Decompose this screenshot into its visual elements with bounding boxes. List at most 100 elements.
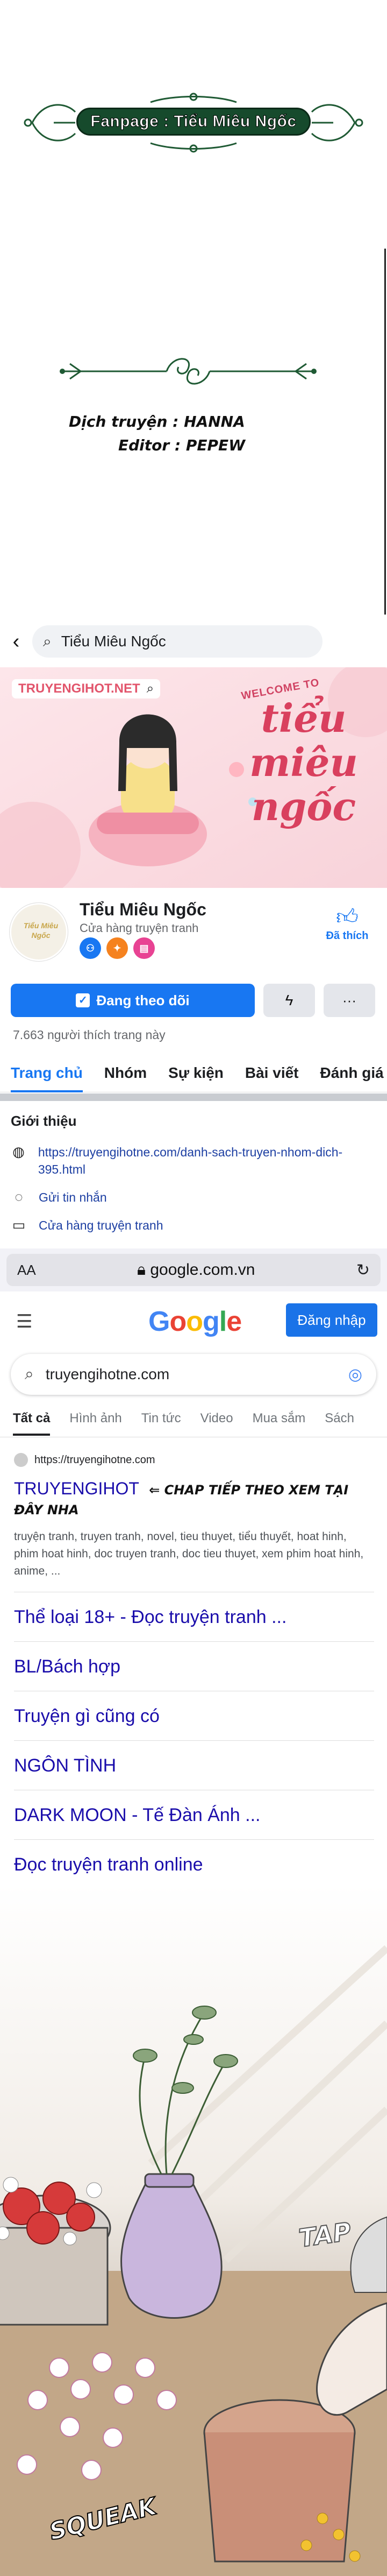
about-message-row[interactable]: ◌ Gửi tin nhắn <box>11 1189 376 1206</box>
flame-badge-icon[interactable]: ✦ <box>106 937 128 959</box>
page-title: Tiểu Miêu Ngốc <box>80 900 206 919</box>
about-heading: Giới thiệu <box>11 1113 77 1129</box>
url-field[interactable]: AA 🔒︎ google.com.vn ↻ <box>6 1254 381 1286</box>
search-result: https://truyengihotne.com TRUYENGIHOT ⇐ … <box>14 1453 374 1889</box>
google-search-input[interactable]: ⌕ truyengihotne.com ◎ <box>11 1354 376 1395</box>
more-dots-icon: ··· <box>342 992 356 1008</box>
hamburger-menu-icon[interactable]: ☰ <box>16 1311 32 1332</box>
comic-panel: TAP SQUEAK <box>0 1883 387 2576</box>
fb-search-bar: ‹ ⌕ Tiểu Miêu Ngốc <box>0 620 387 663</box>
like-label: Đã thích <box>326 930 369 942</box>
sitelink[interactable]: DARK MOON - Tế Đàn Ánh ... <box>14 1790 374 1839</box>
result-title[interactable]: TRUYENGIHOT <box>14 1479 139 1498</box>
google-results-page: ☰ Google Đăng nhập ⌕ truyengihotne.com ◎… <box>0 1291 387 1875</box>
cover-title-line1: tiểu <box>261 695 347 741</box>
reader-aa-button[interactable]: AA <box>17 1262 36 1279</box>
likes-count: 7.663 người thích trang này <box>13 1028 166 1042</box>
sitelink[interactable]: NGÔN TÌNH <box>14 1740 374 1790</box>
logo-letter: G <box>148 1306 170 1337</box>
sign-in-button[interactable]: Đăng nhập <box>286 1303 377 1337</box>
section-divider <box>0 1093 387 1101</box>
camera-lens-icon[interactable]: ◎ <box>348 1365 362 1384</box>
tab-images[interactable]: Hình ảnh <box>69 1411 121 1436</box>
tab-groups[interactable]: Nhóm <box>104 1054 147 1092</box>
tab-events[interactable]: Sự kiện <box>168 1054 224 1092</box>
reload-icon[interactable]: ↻ <box>356 1261 370 1280</box>
logo-letter: e <box>226 1306 242 1337</box>
search-icon: ⌕ <box>25 1365 34 1383</box>
messenger-icon: ϟ <box>285 992 293 1008</box>
send-message-link[interactable]: Gửi tin nhắn <box>39 1189 107 1206</box>
avatar[interactable]: Tiểu Miêu Ngốc <box>10 903 68 961</box>
logo-letter: o <box>186 1306 203 1337</box>
google-logo: Google <box>148 1305 242 1338</box>
credits-block: Dịch truyện : HANNA Editor : PEPEW <box>69 410 245 457</box>
query-text: truyengihotne.com <box>45 1366 170 1382</box>
like-button[interactable]: 👍︎ Đã thích <box>320 904 374 942</box>
sitelink[interactable]: Đọc truyện tranh online <box>14 1839 374 1889</box>
result-title-row: TRUYENGIHOT ⇐ CHAP TIẾP THEO XEM TẠI ĐÂY… <box>14 1479 374 1519</box>
cover-title: tiểu miêu ngốc <box>226 696 382 829</box>
intro-credits-panel: Fanpage : Tiểu Miêu Ngốc Dịch truyện : H… <box>0 0 387 619</box>
globe-icon: ◍ <box>12 1144 25 1160</box>
fb-cover-image: TRUYENGIHOT.NET ⌕ WELCOME TO tiểu miêu n… <box>0 667 387 888</box>
result-site[interactable]: https://truyengihotne.com <box>14 1453 374 1467</box>
cover-search-icon: ⌕ <box>146 681 154 696</box>
sitelink[interactable]: Truyện gì cũng có <box>14 1691 374 1740</box>
tab-books[interactable]: Sách <box>325 1411 354 1436</box>
result-url: https://truyengihotne.com <box>34 1453 155 1466</box>
thumbs-up-icon: 👍︎ <box>336 905 359 929</box>
tab-home[interactable]: Trang chủ <box>11 1054 83 1092</box>
messenger-small-icon: ◌ <box>15 1189 23 1205</box>
favicon-icon <box>14 1453 28 1467</box>
scroll-edge-line <box>384 249 386 615</box>
cover-title-line2: miêu <box>249 739 358 785</box>
fanpage-label: Fanpage : Tiểu Miêu Ngốc <box>76 108 311 136</box>
check-icon: ✓ <box>76 993 90 1007</box>
facebook-page-screenshot: ‹ ⌕ Tiểu Miêu Ngốc TRUYENGIHOT.NET ⌕ WEL… <box>0 620 387 1233</box>
tab-shopping[interactable]: Mua sắm <box>253 1411 306 1436</box>
tab-posts[interactable]: Bài viết <box>245 1054 299 1092</box>
cover-watermark: TRUYENGIHOT.NET ⌕ <box>12 679 161 698</box>
sitelink[interactable]: BL/Bách hợp <box>14 1641 374 1691</box>
fb-search-input[interactable]: ⌕ Tiểu Miêu Ngốc <box>32 625 322 658</box>
cover-site-text: TRUYENGIHOT.NET <box>18 681 140 696</box>
shop-badge-icon[interactable]: ▤ <box>133 937 155 959</box>
tab-video[interactable]: Video <box>200 1411 233 1436</box>
fanpage-banner: Fanpage : Tiểu Miêu Ngốc <box>22 90 366 155</box>
search-icon: ⌕ <box>43 632 52 650</box>
more-button[interactable]: ··· <box>324 984 375 1017</box>
result-snippet: truyện tranh, truyen tranh, novel, tieu … <box>14 1530 364 1577</box>
logo-letter: l <box>219 1306 227 1337</box>
fb-about-section: Giới thiệu ◍ https://truyengihotne.com/d… <box>11 1113 376 1245</box>
translator-credit: Dịch truyện : HANNA <box>69 413 245 430</box>
fb-tab-bar: Trang chủ Nhóm Sự kiện Bài viết Đánh giá <box>0 1054 387 1092</box>
about-category-row[interactable]: ▭ Cửa hàng truyện tranh <box>11 1217 376 1234</box>
following-button[interactable]: ✓ Đang theo dõi <box>11 984 255 1017</box>
page-category: Cửa hàng truyện tranh <box>80 921 199 935</box>
divider-ornament <box>60 358 317 385</box>
lock-icon: 🔒︎ <box>137 1261 146 1279</box>
logo-letter: g <box>202 1306 220 1337</box>
editor-credit: Editor : PEPEW <box>118 436 246 454</box>
back-arrow-icon[interactable]: ‹ <box>0 630 32 653</box>
about-link-row[interactable]: ◍ https://truyengihotne.com/danh-sach-tr… <box>11 1144 376 1178</box>
fb-profile-header: Tiểu Miêu Ngốc Tiểu Miêu Ngốc Cửa hàng t… <box>0 891 387 961</box>
logo-letter: o <box>169 1306 187 1337</box>
cover-title-line3: ngốc <box>251 784 356 829</box>
about-link[interactable]: https://truyengihotne.com/danh-sach-truy… <box>38 1144 376 1178</box>
google-tab-bar: Tất cả Hình ảnh Tin tức Video Mua sắm Sá… <box>13 1411 354 1436</box>
tab-reviews[interactable]: Đánh giá <box>320 1054 384 1092</box>
avatar-text: Tiểu Miêu Ngốc <box>23 921 59 940</box>
fb-action-row: ✓ Đang theo dõi ϟ ··· <box>11 984 376 1017</box>
address-text: google.com.vn <box>150 1261 255 1279</box>
group-badge-icon[interactable]: ⚇ <box>80 937 101 959</box>
messenger-button[interactable]: ϟ <box>263 984 315 1017</box>
tab-news[interactable]: Tin tức <box>141 1411 181 1436</box>
tab-all[interactable]: Tất cả <box>13 1411 51 1436</box>
folder-icon: ▭ <box>12 1217 26 1233</box>
fb-search-text: Tiểu Miêu Ngốc <box>61 633 166 650</box>
category-link[interactable]: Cửa hàng truyện tranh <box>39 1217 163 1234</box>
following-label: Đang theo dõi <box>96 992 190 1008</box>
sitelink[interactable]: Thể loại 18+ - Đọc truyện tranh ... <box>14 1592 374 1641</box>
